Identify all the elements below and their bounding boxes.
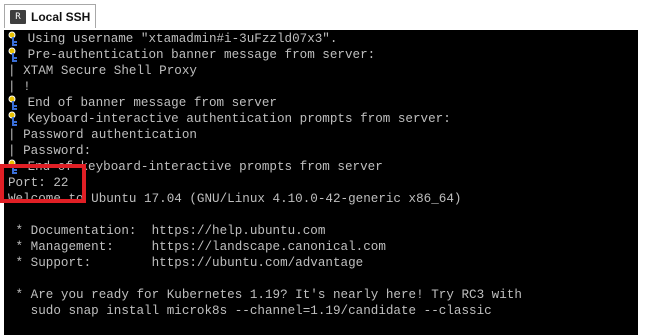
tab-label: Local SSH — [31, 9, 91, 24]
terminal-line-port: Port: 22 — [8, 176, 69, 190]
terminal-line: sudo snap install microk8s --channel=1.1… — [8, 304, 492, 318]
ssh-client-window: R Local SSH Using username "xtamadmin#i-… — [0, 0, 645, 335]
terminal-line: End of keyboard-interactive prompts from… — [8, 159, 383, 175]
terminal-line: Keyboard-interactive authentication prom… — [8, 111, 451, 127]
terminal-line: * Are you ready for Kubernetes 1.19? It'… — [8, 288, 522, 302]
key-icon — [8, 31, 20, 47]
terminal-app-icon: R — [10, 9, 26, 24]
terminal-output[interactable]: Using username "xtamadmin#i-3uFzzld07x3"… — [4, 30, 638, 335]
terminal-line: | Password authentication — [8, 128, 197, 142]
terminal-line: End of banner message from server — [8, 95, 277, 111]
terminal-line: | XTAM Secure Shell Proxy — [8, 64, 197, 78]
terminal-line: Using username "xtamadmin#i-3uFzzld07x3"… — [8, 31, 337, 47]
tab-local-ssh[interactable]: R Local SSH — [4, 4, 96, 28]
terminal-line: Welcome to Ubuntu 17.04 (GNU/Linux 4.10.… — [8, 192, 462, 206]
terminal-line: | Password: — [8, 144, 92, 158]
key-icon — [8, 95, 20, 111]
terminal-line: * Management: https://landscape.canonica… — [8, 240, 386, 254]
tab-bar: R Local SSH — [0, 0, 645, 30]
terminal-line: * Documentation: https://help.ubuntu.com — [8, 224, 326, 238]
terminal-line: * Support: https://ubuntu.com/advantage — [8, 256, 364, 270]
key-icon — [8, 159, 20, 175]
key-icon — [8, 111, 20, 127]
terminal-line: | ! — [8, 80, 31, 94]
terminal-line: Pre-authentication banner message from s… — [8, 47, 375, 63]
key-icon — [8, 47, 20, 63]
